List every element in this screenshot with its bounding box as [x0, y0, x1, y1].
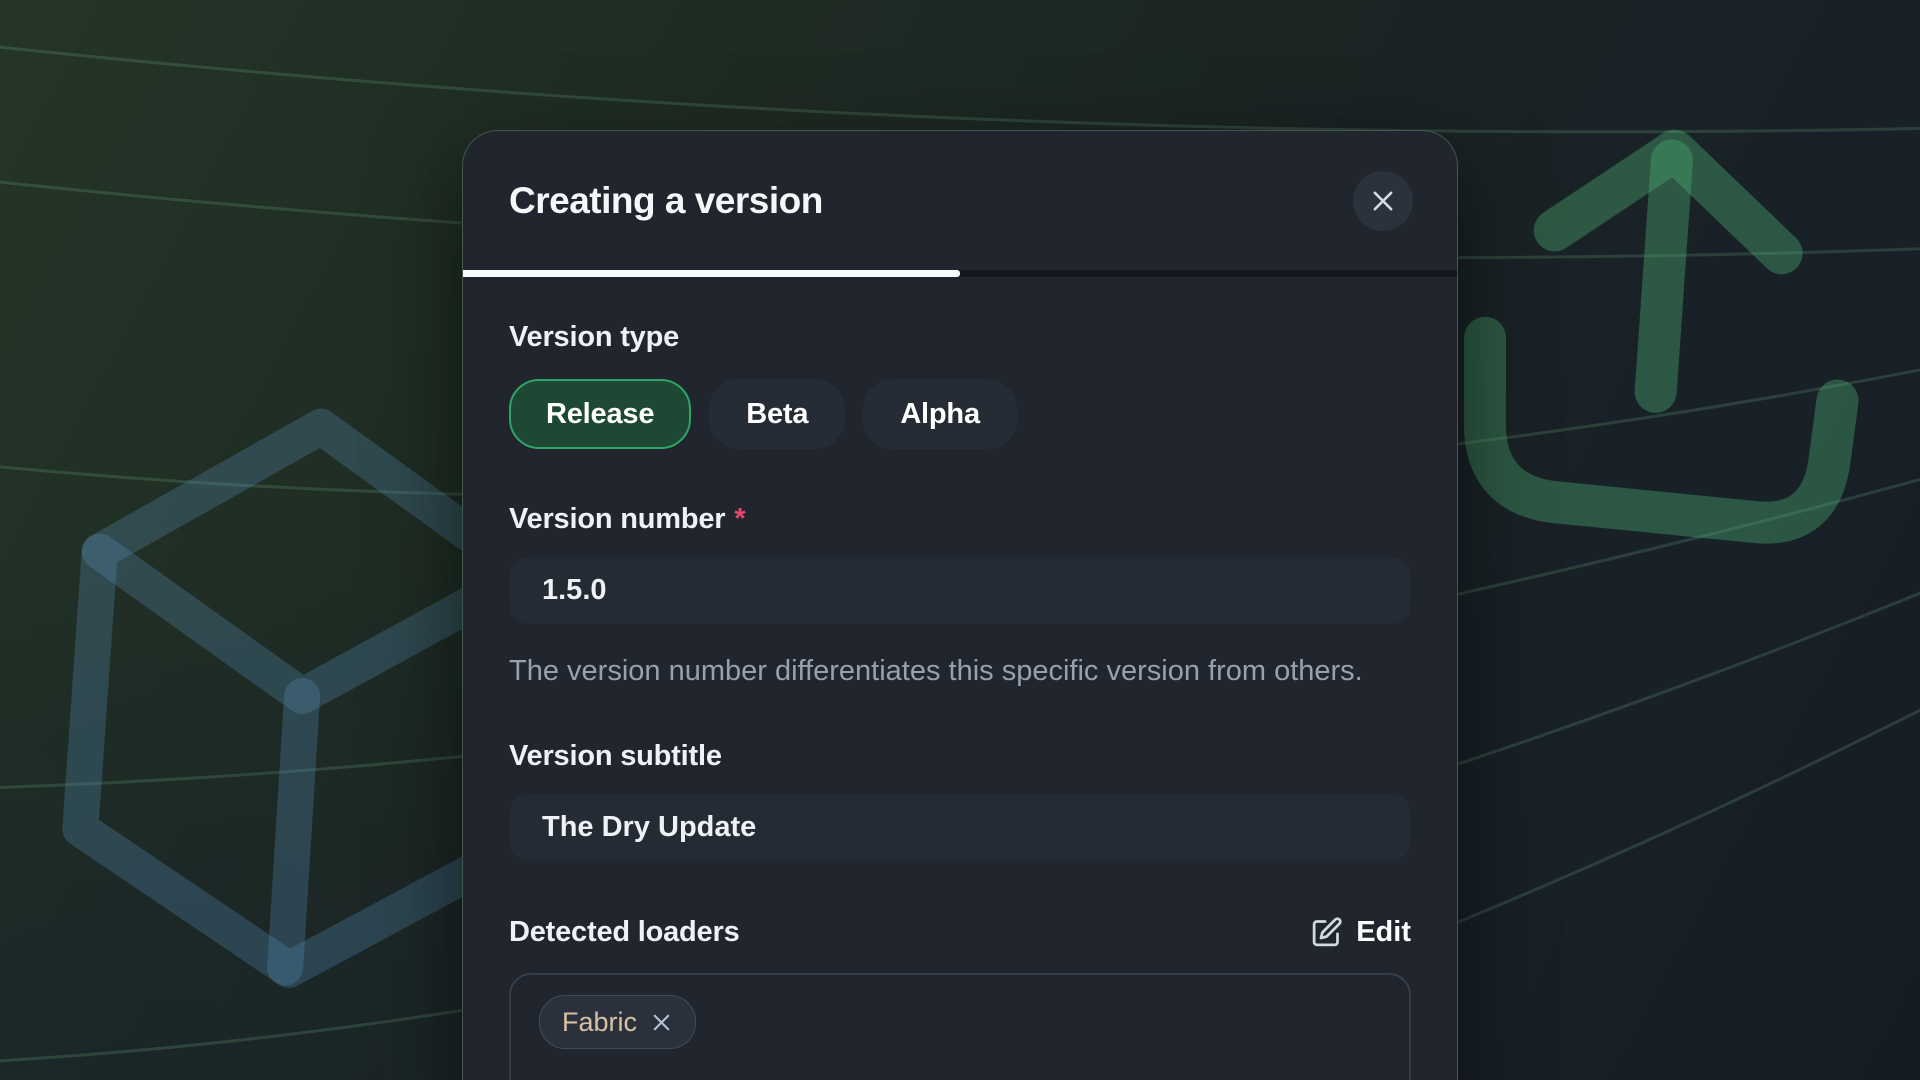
loader-chip-label: Fabric — [562, 1007, 637, 1038]
version-type-beta-button[interactable]: Beta — [709, 379, 845, 449]
square-pen-icon — [1310, 916, 1343, 949]
detected-loaders-field: Detected loaders Edit Fabric — [509, 916, 1411, 1080]
required-asterisk: * — [734, 503, 745, 535]
version-subtitle-label: Version subtitle — [509, 740, 1411, 773]
upload-arrow-icon — [1474, 138, 1855, 527]
version-type-field: Version type Release Beta Alpha — [509, 321, 1411, 449]
version-number-field: Version number * The version number diffe… — [509, 503, 1411, 694]
version-type-label: Version type — [509, 321, 1411, 354]
edit-label: Edit — [1356, 916, 1411, 949]
edit-loaders-button[interactable]: Edit — [1310, 916, 1411, 949]
detected-loaders-box: Fabric — [509, 973, 1411, 1080]
version-subtitle-field: Version subtitle — [509, 740, 1411, 861]
version-type-options: Release Beta Alpha — [509, 379, 1411, 449]
modal-header: Creating a version — [463, 131, 1457, 270]
version-type-release-button[interactable]: Release — [509, 379, 691, 449]
remove-loader-button[interactable] — [650, 1011, 673, 1034]
create-version-modal: Creating a version Version type Release … — [462, 130, 1458, 1080]
close-icon — [1369, 187, 1397, 215]
version-number-input[interactable] — [509, 557, 1411, 624]
progress-bar — [463, 270, 1457, 277]
modal-body: Version type Release Beta Alpha Version … — [463, 277, 1457, 1080]
version-number-help: The version number differentiates this s… — [509, 649, 1411, 694]
modal-title: Creating a version — [509, 180, 823, 222]
detected-loaders-label: Detected loaders — [509, 916, 740, 949]
x-icon — [650, 1011, 673, 1034]
progress-bar-fill — [463, 270, 960, 277]
page-background: Creating a version Version type Release … — [0, 0, 1920, 1080]
version-type-alpha-button[interactable]: Alpha — [863, 379, 1017, 449]
version-number-label: Version number — [509, 503, 725, 535]
version-subtitle-input[interactable] — [509, 794, 1411, 861]
close-button[interactable] — [1353, 171, 1413, 231]
loader-chip-fabric: Fabric — [539, 995, 696, 1049]
version-number-label-row: Version number * — [509, 503, 1411, 536]
